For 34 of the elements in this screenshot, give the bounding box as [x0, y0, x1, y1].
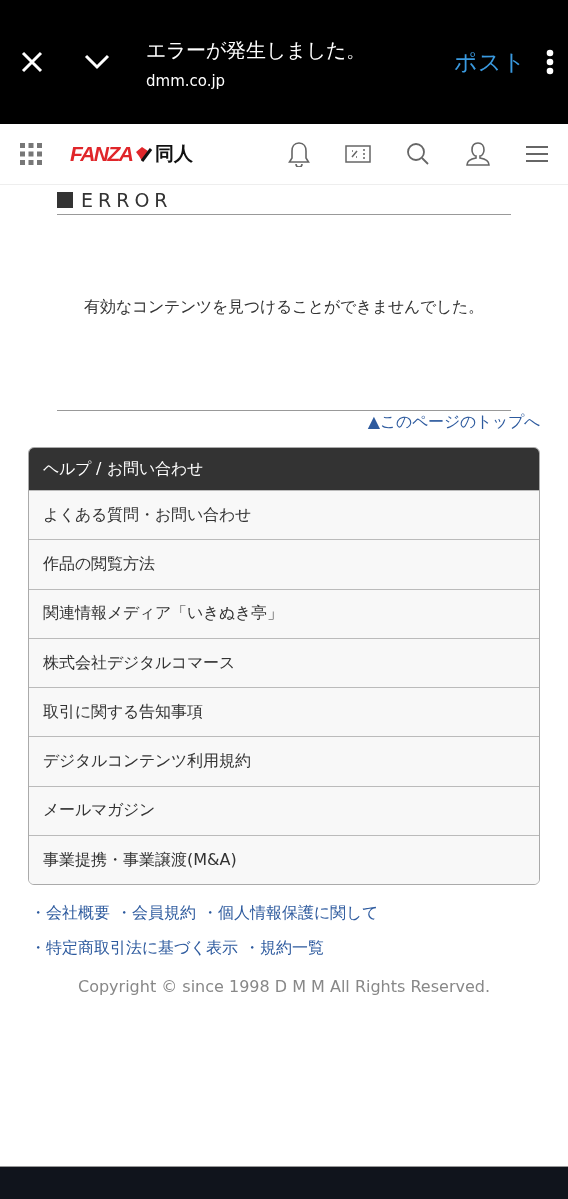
- help-menu-item[interactable]: 株式会社デジタルコマース: [29, 637, 539, 688]
- help-menu-item[interactable]: メールマガジン: [29, 785, 539, 836]
- footer-link[interactable]: ・会社概要: [30, 903, 110, 925]
- search-icon[interactable]: [406, 142, 430, 166]
- user-icon[interactable]: [465, 141, 491, 167]
- help-menu-item[interactable]: デジタルコンテンツ利用規約: [29, 736, 539, 786]
- page-title: エラーが発生しました。: [146, 36, 367, 64]
- logo-text: FANZA: [70, 142, 133, 166]
- coupon-icon[interactable]: [345, 145, 371, 163]
- help-menu-item[interactable]: 関連情報メディア「いきぬき亭」: [29, 588, 539, 638]
- error-heading: ERROR: [81, 188, 173, 211]
- page-top-link[interactable]: ▲このページのトップへ: [367, 412, 540, 433]
- help-menu-item[interactable]: よくある質問・お問い合わせ: [29, 490, 539, 540]
- footer-link[interactable]: ・個人情報保護に関して: [202, 903, 378, 925]
- copyright-text: Copyright © since 1998 D M M All Rights Reserved.: [77, 977, 491, 997]
- error-message: 有効なコンテンツを見つけることができませんでした。: [84, 297, 484, 316]
- footer-link[interactable]: ・会員規約: [116, 903, 196, 925]
- chevron-down-icon[interactable]: [84, 54, 110, 70]
- logo-text: 同人: [154, 141, 193, 166]
- bell-icon[interactable]: [288, 141, 310, 167]
- menu-icon[interactable]: [526, 145, 548, 163]
- help-menu-item[interactable]: 作品の閲覧方法: [29, 539, 539, 589]
- check-mark-icon: [134, 146, 153, 162]
- footer-link[interactable]: ・規約一覧: [244, 938, 324, 960]
- footer-link[interactable]: ・特定商取引法に基づく表示: [30, 938, 238, 960]
- post-button[interactable]: ポスト: [454, 46, 526, 78]
- help-menu-item[interactable]: 取引に関する告知事項: [29, 687, 539, 737]
- more-icon[interactable]: [546, 49, 554, 75]
- grid-menu-icon[interactable]: [20, 143, 42, 165]
- page-url: dmm.co.jp: [146, 71, 227, 90]
- help-menu-item[interactable]: 事業提携・事業譲渡(M&A): [29, 835, 539, 885]
- help-header: ヘルプ / お問い合わせ: [29, 448, 539, 490]
- close-icon[interactable]: [20, 50, 44, 74]
- square-icon: [57, 191, 73, 208]
